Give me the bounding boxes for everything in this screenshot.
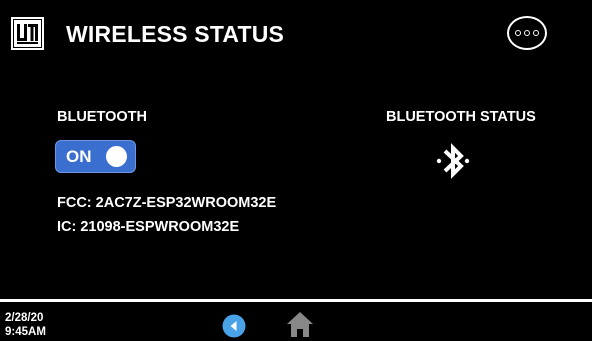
menu-dot — [533, 30, 539, 36]
footer-time: 9:45AM — [5, 326, 46, 338]
bluetooth-toggle[interactable]: ON — [55, 140, 136, 173]
menu-dot — [524, 30, 530, 36]
wireless-status-screen: WIRELESS STATUS BLUETOOTH BLUETOOTH STAT… — [0, 0, 592, 341]
bluetooth-icon — [436, 143, 470, 179]
footer-divider — [0, 299, 592, 302]
more-options-button[interactable] — [507, 16, 547, 50]
page-title: WIRELESS STATUS — [66, 21, 285, 47]
fcc-id-text: FCC: 2AC7Z-ESP32WROOM32E — [57, 195, 277, 211]
back-arrow-icon[interactable] — [222, 314, 246, 338]
bluetooth-status-label: BLUETOOTH STATUS — [386, 109, 536, 125]
toggle-state-text: ON — [66, 147, 92, 166]
brand-logo-graphic — [14, 20, 41, 47]
bluetooth-label: BLUETOOTH — [57, 109, 147, 125]
toggle-knob — [106, 146, 127, 167]
footer-date: 2/28/20 — [5, 312, 44, 324]
ic-id-text: IC: 21098-ESPWROOM32E — [57, 219, 240, 235]
brand-logo-icon — [11, 17, 44, 50]
menu-dot — [515, 30, 521, 36]
home-icon[interactable] — [285, 309, 315, 339]
